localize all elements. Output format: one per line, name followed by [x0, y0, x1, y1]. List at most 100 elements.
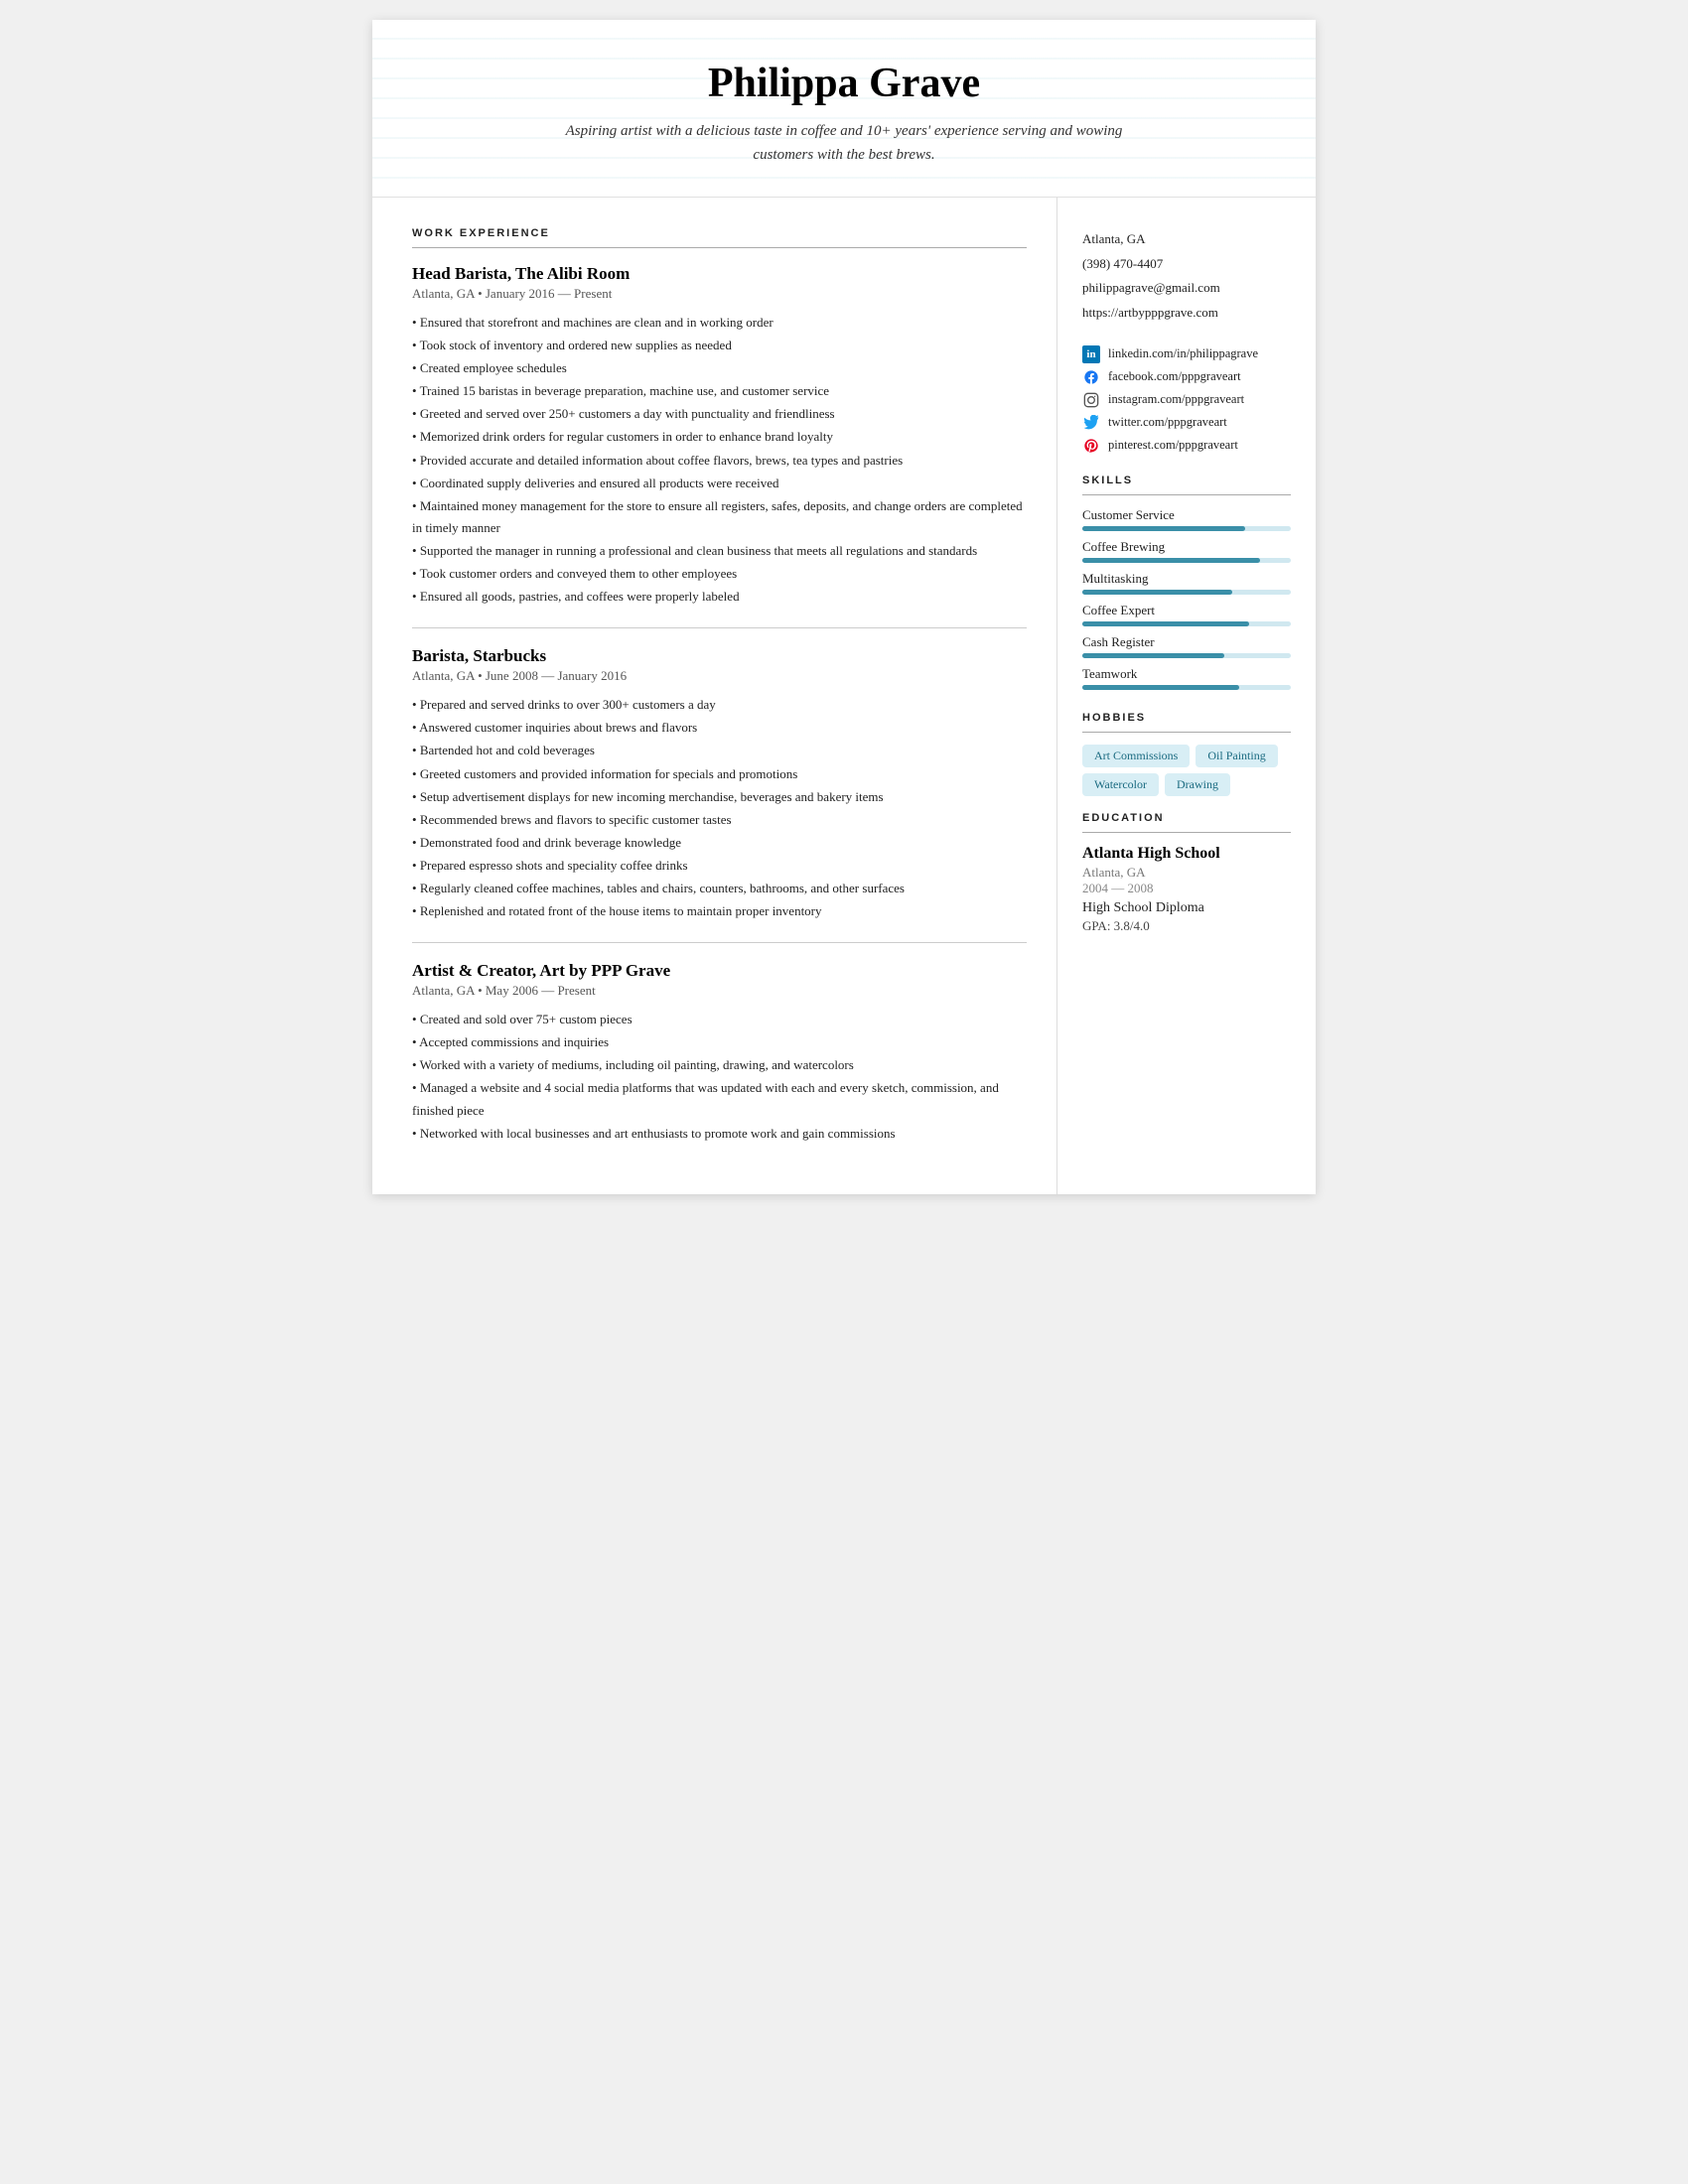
job-1-meta: Atlanta, GA • January 2016 — Present — [412, 286, 1027, 302]
job-2: Barista, Starbucks Atlanta, GA • June 20… — [412, 646, 1027, 922]
education-divider — [1082, 832, 1291, 833]
list-item: Took customer orders and conveyed them t… — [412, 563, 1027, 585]
list-item: Greeted and served over 250+ customers a… — [412, 403, 1027, 425]
job-3: Artist & Creator, Art by PPP Grave Atlan… — [412, 961, 1027, 1145]
instagram-icon — [1082, 391, 1100, 409]
facebook-handle: facebook.com/pppgraveart — [1108, 369, 1241, 384]
list-item: Ensured that storefront and machines are… — [412, 312, 1027, 334]
list-item: Trained 15 baristas in beverage preparat… — [412, 380, 1027, 402]
edu-degree: High School Diploma — [1082, 900, 1291, 916]
job-2-bullets: Prepared and served drinks to over 300+ … — [412, 694, 1027, 922]
list-item: Prepared espresso shots and speciality c… — [412, 855, 1027, 877]
candidate-name: Philippa Grave — [432, 60, 1256, 107]
skill-5: Cash Register — [1082, 634, 1291, 658]
skill-3-bar-fill — [1082, 590, 1232, 595]
skill-5-bar-bg — [1082, 653, 1291, 658]
list-item: Demonstrated food and drink beverage kno… — [412, 832, 1027, 854]
list-item: Maintained money management for the stor… — [412, 495, 1027, 539]
list-item: Created employee schedules — [412, 357, 1027, 379]
list-item: Bartended hot and cold beverages — [412, 740, 1027, 761]
work-experience-label: WORK EXPERIENCE — [412, 227, 1027, 239]
skill-4-bar-bg — [1082, 621, 1291, 626]
social-facebook: facebook.com/pppgraveart — [1082, 368, 1291, 386]
skill-6-bar-fill — [1082, 685, 1239, 690]
skill-1: Customer Service — [1082, 507, 1291, 531]
edu-gpa: GPA: 3.8/4.0 — [1082, 918, 1291, 934]
list-item: Managed a website and 4 social media pla… — [412, 1077, 1027, 1121]
social-linkedin: in linkedin.com/in/philippagrave — [1082, 345, 1291, 363]
list-item: Provided accurate and detailed informati… — [412, 450, 1027, 472]
pinterest-icon — [1082, 437, 1100, 455]
list-item: Worked with a variety of mediums, includ… — [412, 1054, 1027, 1076]
twitter-icon — [1082, 414, 1100, 432]
linkedin-icon: in — [1082, 345, 1100, 363]
hobby-tag-3: Watercolor — [1082, 773, 1159, 796]
hobby-tag-1: Art Commissions — [1082, 745, 1190, 767]
list-item: Took stock of inventory and ordered new … — [412, 335, 1027, 356]
resume-container: Philippa Grave Aspiring artist with a de… — [372, 20, 1316, 1194]
education-label: EDUCATION — [1082, 812, 1291, 824]
skill-5-bar-fill — [1082, 653, 1224, 658]
list-item: Setup advertisement displays for new inc… — [412, 786, 1027, 808]
instagram-handle: instagram.com/pppgraveart — [1108, 392, 1244, 407]
edu-years: 2004 — 2008 — [1082, 881, 1291, 896]
skill-4: Coffee Expert — [1082, 603, 1291, 626]
list-item: Prepared and served drinks to over 300+ … — [412, 694, 1027, 716]
job-2-meta: Atlanta, GA • June 2008 — January 2016 — [412, 668, 1027, 684]
skill-1-bar-fill — [1082, 526, 1245, 531]
skill-1-name: Customer Service — [1082, 507, 1291, 523]
job-3-title: Artist & Creator, Art by PPP Grave — [412, 961, 1027, 981]
side-column: Atlanta, GA (398) 470-4407 philippagrave… — [1057, 198, 1316, 1194]
social-instagram: instagram.com/pppgraveart — [1082, 391, 1291, 409]
facebook-icon — [1082, 368, 1100, 386]
skill-2-name: Coffee Brewing — [1082, 539, 1291, 555]
list-item: Replenished and rotated front of the hou… — [412, 900, 1027, 922]
list-item: Accepted commissions and inquiries — [412, 1031, 1027, 1053]
list-item: Recommended brews and flavors to specifi… — [412, 809, 1027, 831]
social-twitter: twitter.com/pppgraveart — [1082, 414, 1291, 432]
candidate-tagline: Aspiring artist with a delicious taste i… — [546, 119, 1142, 167]
main-column: WORK EXPERIENCE Head Barista, The Alibi … — [372, 198, 1057, 1194]
hobby-tag-2: Oil Painting — [1196, 745, 1277, 767]
job-1: Head Barista, The Alibi Room Atlanta, GA… — [412, 264, 1027, 608]
job-1-bullets: Ensured that storefront and machines are… — [412, 312, 1027, 608]
social-pinterest: pinterest.com/pppgraveart — [1082, 437, 1291, 455]
hobbies-tags: Art Commissions Oil Painting Watercolor … — [1082, 745, 1291, 796]
list-item: Ensured all goods, pastries, and coffees… — [412, 586, 1027, 608]
hobbies-divider — [1082, 732, 1291, 733]
hobby-tag-4: Drawing — [1165, 773, 1230, 796]
resume-body: WORK EXPERIENCE Head Barista, The Alibi … — [372, 198, 1316, 1194]
contact-info: Atlanta, GA (398) 470-4407 philippagrave… — [1082, 227, 1291, 326]
job-separator — [412, 942, 1027, 943]
skill-4-bar-fill — [1082, 621, 1249, 626]
skills-label: SKILLS — [1082, 475, 1291, 486]
edu-location: Atlanta, GA — [1082, 865, 1291, 881]
list-item: Regularly cleaned coffee machines, table… — [412, 878, 1027, 899]
skill-6: Teamwork — [1082, 666, 1291, 690]
linkedin-handle: linkedin.com/in/philippagrave — [1108, 346, 1258, 361]
edu-school-name: Atlanta High School — [1082, 845, 1291, 863]
skill-5-name: Cash Register — [1082, 634, 1291, 650]
skill-6-bar-bg — [1082, 685, 1291, 690]
job-3-meta: Atlanta, GA • May 2006 — Present — [412, 983, 1027, 999]
list-item: Memorized drink orders for regular custo… — [412, 426, 1027, 448]
list-item: Coordinated supply deliveries and ensure… — [412, 473, 1027, 494]
job-3-bullets: Created and sold over 75+ custom pieces … — [412, 1009, 1027, 1145]
resume-header: Philippa Grave Aspiring artist with a de… — [372, 20, 1316, 198]
list-item: Answered customer inquiries about brews … — [412, 717, 1027, 739]
pinterest-handle: pinterest.com/pppgraveart — [1108, 438, 1238, 453]
list-item: Networked with local businesses and art … — [412, 1123, 1027, 1145]
twitter-handle: twitter.com/pppgraveart — [1108, 415, 1227, 430]
skill-3-bar-bg — [1082, 590, 1291, 595]
job-1-title: Head Barista, The Alibi Room — [412, 264, 1027, 284]
list-item: Greeted customers and provided informati… — [412, 763, 1027, 785]
contact-website: https://artbypppgrave.com — [1082, 301, 1291, 326]
skill-3-name: Multitasking — [1082, 571, 1291, 587]
hobbies-label: HOBBIES — [1082, 712, 1291, 724]
job-separator — [412, 627, 1027, 628]
skill-2-bar-bg — [1082, 558, 1291, 563]
skill-6-name: Teamwork — [1082, 666, 1291, 682]
contact-phone: (398) 470-4407 — [1082, 252, 1291, 277]
work-divider — [412, 247, 1027, 248]
skill-4-name: Coffee Expert — [1082, 603, 1291, 618]
